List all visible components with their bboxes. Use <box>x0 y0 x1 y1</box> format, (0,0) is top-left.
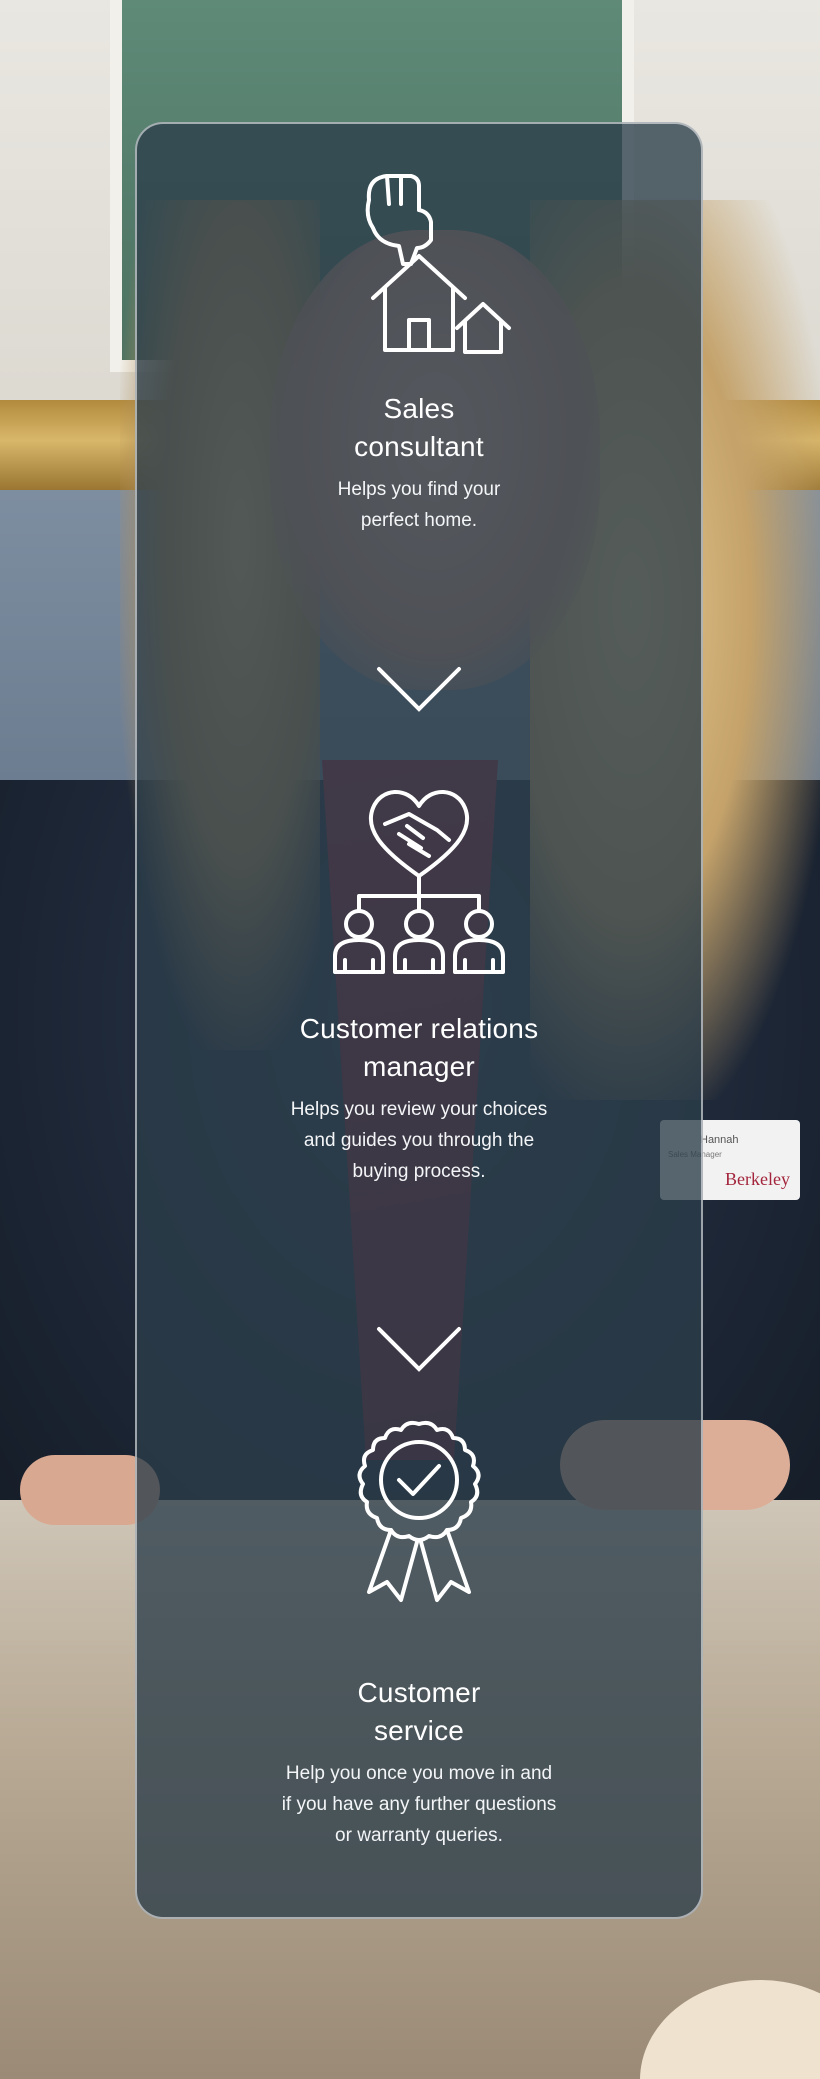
desc-line: or warranty queries. <box>335 1825 503 1846</box>
step-title: Customer service <box>137 1674 701 1750</box>
badge-brand: Berkeley <box>725 1169 790 1189</box>
award-rosette-check-icon <box>137 1414 701 1614</box>
step-customer-service: Customer service Help you once you move … <box>137 1414 701 1851</box>
desc-line: Help you once you move in and <box>285 1763 553 1784</box>
chevron-down-icon <box>137 1324 701 1374</box>
step-description: Helps you find your perfect home. <box>137 474 701 536</box>
pointing-hand-houses-icon <box>137 160 701 380</box>
chevron-down-icon <box>137 664 701 714</box>
desc-line: perfect home. <box>360 510 478 531</box>
title-line: service <box>373 1715 465 1746</box>
desc-line: if you have any further questions <box>281 1794 557 1815</box>
step-customer-relations-manager: Customer relations manager Helps you rev… <box>137 764 701 1187</box>
desc-line: and guides you through the <box>303 1130 535 1151</box>
process-panel: Sales consultant Helps you find your per… <box>135 122 703 1919</box>
step-description: Helps you review your choices and guides… <box>137 1094 701 1187</box>
title-line: Customer <box>357 1677 481 1708</box>
title-line: Customer relations <box>299 1013 539 1044</box>
title-line: Sales <box>383 393 455 424</box>
title-line: manager <box>363 1051 475 1082</box>
step-sales-consultant: Sales consultant Helps you find your per… <box>137 160 701 536</box>
step-title: Customer relations manager <box>137 1010 701 1086</box>
step-description: Help you once you move in and if you hav… <box>137 1758 701 1851</box>
desc-line: Helps you find your <box>337 479 501 500</box>
title-line: consultant <box>354 431 484 462</box>
desc-line: Helps you review your choices <box>290 1099 548 1120</box>
handshake-heart-team-icon <box>137 764 701 1004</box>
desc-line: buying process. <box>352 1161 486 1182</box>
badge-name: Hannah <box>700 1134 739 1146</box>
step-title: Sales consultant <box>137 390 701 466</box>
